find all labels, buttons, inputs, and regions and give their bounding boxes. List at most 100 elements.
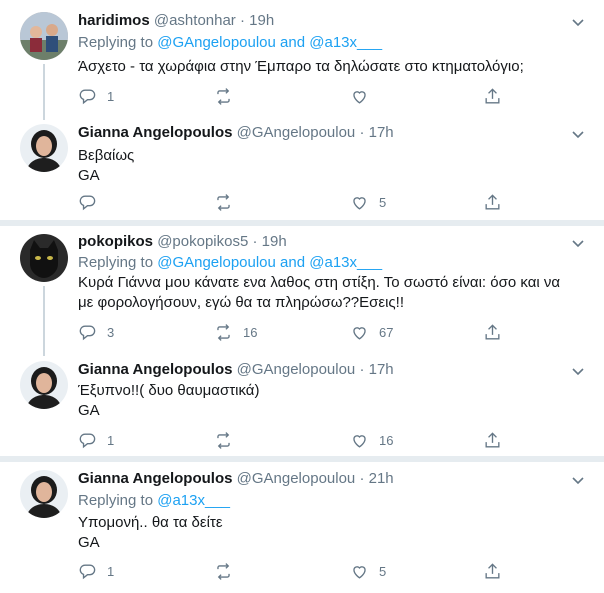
share-button[interactable] bbox=[483, 191, 502, 213]
tweet-actions: 1 5 bbox=[78, 560, 518, 582]
reply-icon bbox=[79, 88, 96, 104]
replying-to: Replying to @GAngelopoulou and @a13x___ bbox=[78, 254, 383, 271]
retweet-icon bbox=[217, 87, 230, 105]
share-button[interactable] bbox=[483, 560, 502, 582]
like-button[interactable]: 67 bbox=[350, 321, 393, 343]
thread-line bbox=[43, 64, 45, 120]
reply-button[interactable]: 3 bbox=[78, 321, 114, 343]
tweet-text: Άσχετο - τα χωράφια στην Έμπαρο τα δηλώσ… bbox=[78, 58, 524, 75]
like-button[interactable]: 5 bbox=[350, 191, 386, 213]
thread-line bbox=[43, 286, 45, 356]
tweet-header: Gianna Angelopoulos @GAngelopoulou · 21h bbox=[78, 470, 394, 487]
share-icon bbox=[485, 193, 500, 210]
tweet-feed: haridimos @ashtonhar · 19h Replying to @… bbox=[0, 0, 604, 593]
like-count: 16 bbox=[379, 432, 394, 448]
like-button[interactable]: 16 bbox=[350, 429, 393, 451]
like-count: 5 bbox=[379, 194, 387, 210]
mention-link[interactable]: @GAngelopoulou bbox=[157, 34, 276, 51]
display-name[interactable]: Gianna Angelopoulos bbox=[78, 124, 232, 141]
tweet-text: Κυρά Γιάννα μου κάνατε ενα λαθος στη στί… bbox=[78, 274, 561, 311]
tweet-header: haridimos @ashtonhar · 19h bbox=[78, 12, 275, 29]
retweet-button[interactable] bbox=[214, 85, 243, 107]
like-icon bbox=[353, 90, 366, 104]
share-button[interactable] bbox=[483, 429, 502, 451]
user-handle[interactable]: @GAngelopoulou bbox=[237, 470, 356, 487]
display-name[interactable]: haridimos bbox=[78, 12, 150, 29]
display-name[interactable]: Gianna Angelopoulos bbox=[78, 470, 232, 487]
retweet-button[interactable] bbox=[214, 191, 243, 213]
tweet-text: Υπομονή.. θα τα δείτε GA bbox=[78, 514, 223, 551]
tweet-actions: 1 bbox=[78, 85, 518, 107]
share-icon bbox=[485, 431, 500, 448]
avatar[interactable] bbox=[20, 361, 68, 409]
share-icon bbox=[485, 562, 500, 579]
retweet-button[interactable] bbox=[214, 560, 243, 582]
share-button[interactable] bbox=[483, 85, 502, 107]
tweet-actions: 3 16 67 bbox=[78, 321, 518, 343]
avatar[interactable] bbox=[20, 12, 68, 60]
share-icon bbox=[485, 87, 500, 104]
like-icon bbox=[353, 565, 366, 579]
reply-button[interactable]: 1 bbox=[78, 429, 114, 451]
reply-icon bbox=[79, 194, 96, 210]
user-handle[interactable]: @ashtonhar bbox=[154, 12, 236, 29]
tweet-actions: 5 bbox=[78, 191, 518, 213]
avatar[interactable] bbox=[20, 470, 68, 518]
retweet-icon bbox=[217, 323, 230, 341]
reply-icon bbox=[79, 324, 96, 340]
chevron-down-icon[interactable] bbox=[570, 363, 586, 379]
tweet-pokopikos[interactable]: pokopikos @pokopikos5 · 19h Replying to … bbox=[0, 226, 604, 356]
avatar[interactable] bbox=[20, 124, 68, 172]
like-count: 67 bbox=[379, 324, 394, 340]
mention-link[interactable]: @a13x___ bbox=[309, 254, 382, 271]
reply-button[interactable]: 1 bbox=[78, 560, 114, 582]
replying-to: Replying to @a13x___ bbox=[78, 492, 230, 509]
replying-to: Replying to @GAngelopoulou and @a13x___ bbox=[78, 34, 383, 51]
reply-count: 3 bbox=[107, 324, 115, 340]
like-icon bbox=[353, 434, 366, 448]
retweet-icon bbox=[217, 193, 230, 211]
retweet-icon bbox=[217, 562, 230, 580]
tweet-gianna-2[interactable]: Gianna Angelopoulos @GAngelopoulou · 17h… bbox=[0, 350, 604, 456]
retweet-icon bbox=[217, 431, 230, 449]
retweet-count: 16 bbox=[243, 324, 258, 340]
timestamp[interactable]: 21h bbox=[369, 470, 394, 487]
tweet-header: Gianna Angelopoulos @GAngelopoulou · 17h bbox=[78, 361, 394, 378]
user-handle[interactable]: @GAngelopoulou bbox=[237, 124, 356, 141]
user-handle[interactable]: @GAngelopoulou bbox=[237, 361, 356, 378]
timestamp[interactable]: 17h bbox=[369, 361, 394, 378]
display-name[interactable]: pokopikos bbox=[78, 233, 153, 250]
avatar[interactable] bbox=[20, 234, 68, 282]
reply-count: 1 bbox=[107, 88, 115, 104]
tweet-text: Βεβαίως GA bbox=[78, 147, 135, 184]
chevron-down-icon[interactable] bbox=[570, 472, 586, 488]
tweet-gianna-3[interactable]: Gianna Angelopoulos @GAngelopoulou · 21h… bbox=[0, 462, 604, 593]
chevron-down-icon[interactable] bbox=[570, 126, 586, 142]
display-name[interactable]: Gianna Angelopoulos bbox=[78, 361, 232, 378]
tweet-header: pokopikos @pokopikos5 · 19h bbox=[78, 233, 287, 250]
like-icon bbox=[353, 326, 366, 340]
tweet-header: Gianna Angelopoulos @GAngelopoulou · 17h bbox=[78, 124, 394, 141]
retweet-button[interactable]: 16 bbox=[214, 321, 257, 343]
tweet-haridimos[interactable]: haridimos @ashtonhar · 19h Replying to @… bbox=[0, 0, 604, 120]
like-button[interactable] bbox=[350, 85, 379, 107]
timestamp[interactable]: 17h bbox=[369, 124, 394, 141]
like-button[interactable]: 5 bbox=[350, 560, 386, 582]
like-count: 5 bbox=[379, 563, 387, 579]
tweet-text: Έξυπνο!!( δυο θαυμαστικά) GA bbox=[78, 382, 260, 419]
retweet-button[interactable] bbox=[214, 429, 243, 451]
chevron-down-icon[interactable] bbox=[570, 235, 586, 251]
mention-link[interactable]: @GAngelopoulou bbox=[157, 254, 276, 271]
mention-link[interactable]: @a13x___ bbox=[309, 34, 382, 51]
user-handle[interactable]: @pokopikos5 bbox=[157, 233, 248, 250]
timestamp[interactable]: 19h bbox=[249, 12, 274, 29]
tweet-gianna-1[interactable]: Gianna Angelopoulos @GAngelopoulou · 17h… bbox=[0, 113, 604, 220]
reply-icon bbox=[79, 563, 96, 579]
share-button[interactable] bbox=[483, 321, 502, 343]
reply-button[interactable] bbox=[78, 191, 107, 213]
reply-button[interactable]: 1 bbox=[78, 85, 114, 107]
mention-link[interactable]: @a13x___ bbox=[157, 492, 230, 509]
chevron-down-icon[interactable] bbox=[570, 14, 586, 30]
timestamp[interactable]: 19h bbox=[262, 233, 287, 250]
tweet-actions: 1 16 bbox=[78, 429, 518, 451]
